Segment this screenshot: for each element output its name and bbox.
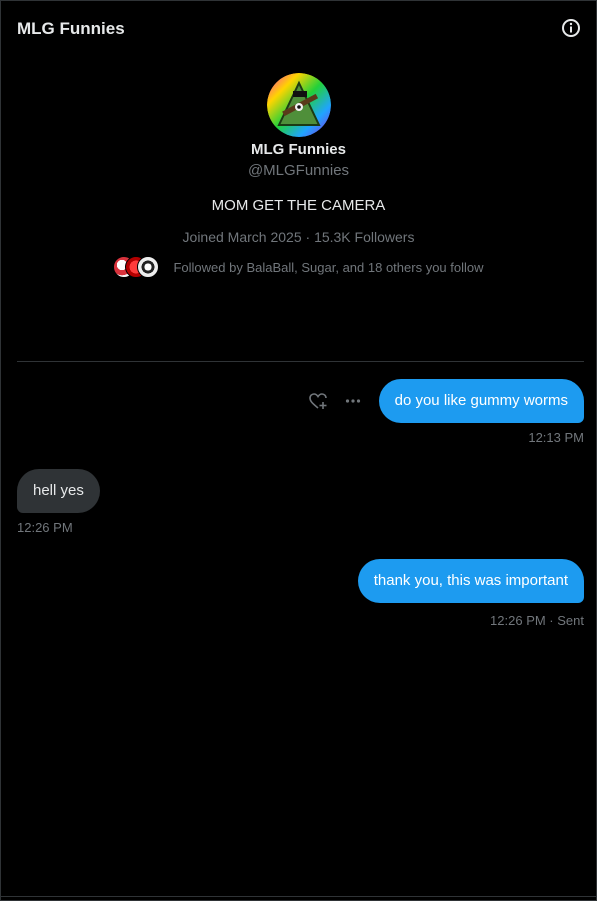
composer-divider [1, 896, 596, 897]
joined-date: Joined March 2025 [182, 229, 302, 245]
profile-handle[interactable]: @MLGFunnies [1, 162, 596, 179]
more-horizontal-icon[interactable] [342, 390, 364, 412]
profile-name[interactable]: MLG Funnies [1, 141, 596, 158]
profile-summary: MLG Funnies @MLGFunnies MOM GET THE CAME… [1, 73, 596, 278]
message-status: 12:26 PM · Sent [490, 613, 584, 628]
message-timestamp: 12:13 PM [528, 430, 584, 445]
followers-count[interactable]: 15.3K Followers [314, 229, 414, 245]
followed-by-row[interactable]: Followed by BalaBall, Sugar, and 18 othe… [1, 256, 596, 278]
conversation-header: MLG Funnies [1, 1, 596, 57]
followed-by-text: Followed by BalaBall, Sugar, and 18 othe… [173, 259, 484, 275]
info-icon[interactable] [560, 17, 582, 39]
conversation-title: MLG Funnies [17, 19, 125, 38]
message-timestamp: 12:26 PM [17, 520, 73, 535]
follower-avatar [137, 256, 160, 278]
message-bubble-outgoing[interactable]: do you like gummy worms [378, 379, 584, 423]
message-bubble-incoming[interactable]: hell yes [17, 469, 100, 513]
message-bubble-outgoing[interactable]: thank you, this was important [357, 559, 584, 603]
react-heart-icon[interactable] [307, 390, 329, 412]
meta-separator: · [305, 229, 311, 245]
profile-meta: Joined March 2025 · 15.3K Followers [1, 229, 596, 245]
profile-avatar[interactable] [266, 73, 331, 137]
divider [17, 361, 584, 362]
conversation-window: MLG Funnies MLG Funnies @MLGFunnies MOM … [0, 0, 597, 901]
follower-avatars [113, 256, 160, 278]
profile-bio: MOM GET THE CAMERA [211, 197, 386, 214]
